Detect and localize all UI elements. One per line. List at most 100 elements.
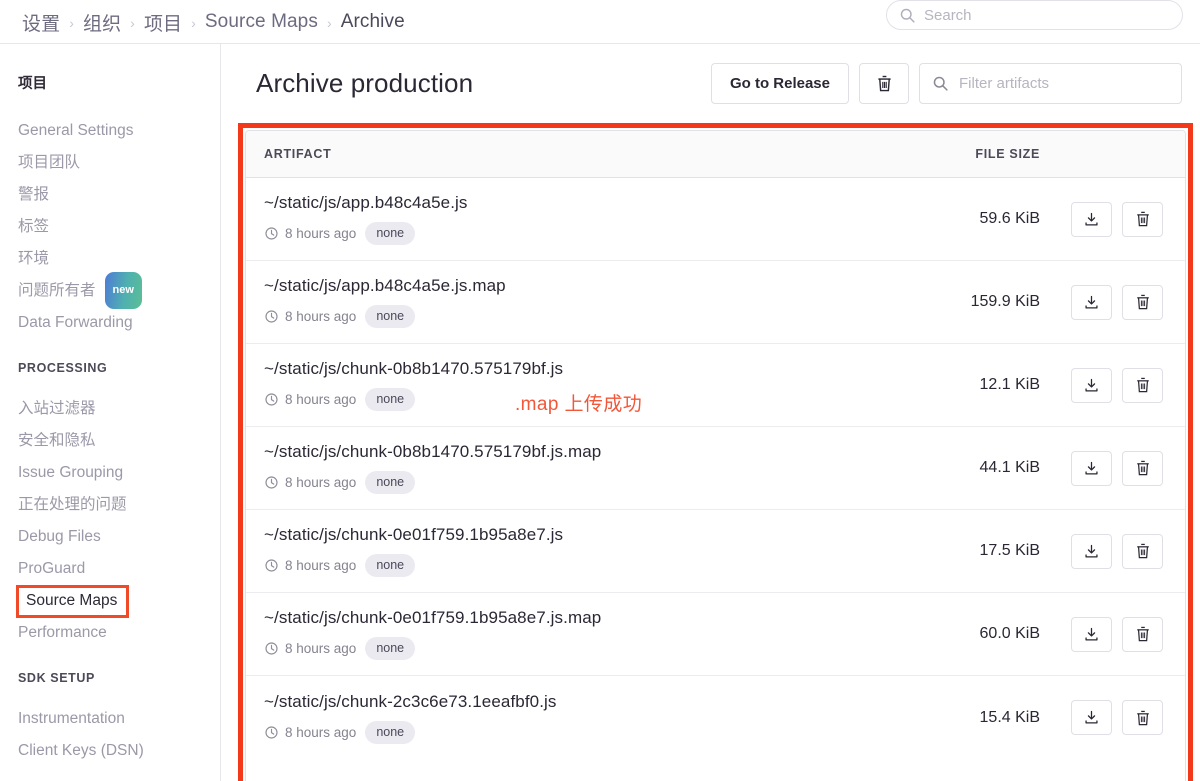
sidebar-item-label: Source Maps xyxy=(16,585,129,618)
artifact-name: ~/static/js/chunk-0b8b1470.575179bf.js xyxy=(264,359,933,379)
table-row: ~/static/js/chunk-2c3c6e73.1eeafbf0.js8 … xyxy=(246,676,1185,759)
table-header-row: ARTIFACT FILE SIZE xyxy=(246,131,1185,178)
artifact-meta: 8 hours ago none xyxy=(264,305,933,328)
delete-archive-button[interactable] xyxy=(859,63,909,104)
sidebar-item-item[interactable]: 警报 xyxy=(0,179,220,211)
table-row: ~/static/js/chunk-0b8b1470.575179bf.js.m… xyxy=(246,427,1185,510)
artifact-dist-chip: none xyxy=(365,637,415,660)
page-header: Archive production Go to Release xyxy=(222,44,1200,122)
download-artifact-button[interactable] xyxy=(1071,700,1112,735)
sidebar-item-performance[interactable]: Performance xyxy=(0,617,220,649)
artifact-cell: ~/static/js/app.b48c4a5e.js8 hours agono… xyxy=(264,193,933,245)
sidebar-item-issue-grouping[interactable]: Issue Grouping xyxy=(0,457,220,489)
table-row: ~/static/js/app.b48c4a5e.js8 hours agono… xyxy=(246,178,1185,261)
sidebar-item-proguard[interactable]: ProGuard xyxy=(0,553,220,585)
artifact-dist-chip: none xyxy=(365,222,415,245)
artifact-timestamp: 8 hours ago xyxy=(264,475,356,490)
delete-artifact-button[interactable] xyxy=(1122,534,1163,569)
download-artifact-button[interactable] xyxy=(1071,285,1112,320)
breadcrumb-separator: › xyxy=(327,15,332,31)
column-header-artifact: ARTIFACT xyxy=(264,147,933,161)
sidebar-item-item[interactable]: 安全和隐私 xyxy=(0,425,220,457)
delete-artifact-button[interactable] xyxy=(1122,700,1163,735)
artifact-name: ~/static/js/chunk-0e01f759.1b95a8e7.js xyxy=(264,525,933,545)
page-title: Archive production xyxy=(256,68,473,99)
breadcrumb-item-1[interactable]: 设置 xyxy=(22,9,60,36)
sidebar-item-label: 警报 xyxy=(18,179,49,211)
artifact-timestamp-label: 8 hours ago xyxy=(285,475,356,490)
sidebar-item-label: General Settings xyxy=(18,115,133,147)
filter-artifacts-placeholder: Filter artifacts xyxy=(959,75,1049,92)
artifact-dist-chip: none xyxy=(365,388,415,411)
sidebar-item-item[interactable]: 环境 xyxy=(0,243,220,275)
sidebar-item-item[interactable]: 项目团队 xyxy=(0,147,220,179)
artifact-file-size: 12.1 KiB xyxy=(933,376,1040,394)
sidebar-item-label: Debug Files xyxy=(18,521,101,553)
table-row: ~/static/js/chunk-0b8b1470.575179bf.js8 … xyxy=(246,344,1185,427)
sidebar-item-label: 项目团队 xyxy=(18,147,80,179)
annotation-note-text: .map 上传成功 xyxy=(515,389,642,416)
sidebar-item-client-keys-dsn[interactable]: Client Keys (DSN) xyxy=(0,735,220,767)
breadcrumb-separator: › xyxy=(191,15,196,31)
artifact-timestamp-label: 8 hours ago xyxy=(285,558,356,573)
breadcrumb: 设置›组织›项目›Source Maps›Archive xyxy=(22,0,405,44)
delete-artifact-button[interactable] xyxy=(1122,368,1163,403)
trash-icon xyxy=(1135,210,1151,228)
artifact-actions xyxy=(1040,617,1163,652)
artifact-actions xyxy=(1040,700,1163,735)
download-artifact-button[interactable] xyxy=(1071,202,1112,237)
sidebar-item-label: 环境 xyxy=(18,243,49,275)
download-icon xyxy=(1083,626,1100,643)
column-header-file-size: FILE SIZE xyxy=(933,147,1163,161)
download-artifact-button[interactable] xyxy=(1071,534,1112,569)
sidebar-item-label: Issue Grouping xyxy=(18,457,123,489)
artifact-timestamp: 8 hours ago xyxy=(264,558,356,573)
artifact-timestamp: 8 hours ago xyxy=(264,309,356,324)
delete-artifact-button[interactable] xyxy=(1122,202,1163,237)
artifact-actions xyxy=(1040,202,1163,237)
download-artifact-button[interactable] xyxy=(1071,368,1112,403)
breadcrumb-item-2[interactable]: 组织 xyxy=(83,9,121,36)
trash-icon xyxy=(1135,709,1151,727)
artifact-dist-chip: none xyxy=(365,305,415,328)
sidebar-item-source-maps[interactable]: Source Maps xyxy=(16,585,220,617)
sidebar-item-label: 问题所有者 xyxy=(18,275,96,307)
sidebar-item-label: 标签 xyxy=(18,211,49,243)
breadcrumb-item-4[interactable]: Source Maps xyxy=(205,11,318,33)
artifact-timestamp: 8 hours ago xyxy=(264,725,356,740)
filter-artifacts-input[interactable]: Filter artifacts xyxy=(919,63,1182,104)
sidebar-item-item[interactable]: 正在处理的问题 xyxy=(0,489,220,521)
sidebar-item-item[interactable]: 入站过滤器 xyxy=(0,393,220,425)
download-artifact-button[interactable] xyxy=(1071,617,1112,652)
sidebar-section-sdk-setup: SDK SETUP xyxy=(0,671,220,685)
download-artifact-button[interactable] xyxy=(1071,451,1112,486)
sidebar-item-item[interactable]: 标签 xyxy=(0,211,220,243)
global-search-input[interactable]: Search xyxy=(886,0,1183,30)
breadcrumb-separator: › xyxy=(130,15,135,31)
breadcrumb-separator: › xyxy=(69,15,74,31)
artifact-meta: 8 hours ago none xyxy=(264,637,933,660)
go-to-release-button[interactable]: Go to Release xyxy=(711,63,849,104)
breadcrumb-item-3[interactable]: 项目 xyxy=(144,9,182,36)
artifact-name: ~/static/js/chunk-0b8b1470.575179bf.js.m… xyxy=(264,442,933,462)
sidebar-item-general-settings[interactable]: General Settings xyxy=(0,115,220,147)
clock-icon xyxy=(264,641,279,656)
delete-artifact-button[interactable] xyxy=(1122,617,1163,652)
artifact-cell: ~/static/js/chunk-0b8b1470.575179bf.js.m… xyxy=(264,442,933,494)
sidebar-item-debug-files[interactable]: Debug Files xyxy=(0,521,220,553)
delete-artifact-button[interactable] xyxy=(1122,285,1163,320)
trash-icon xyxy=(1135,625,1151,643)
sidebar-item-data-forwarding[interactable]: Data Forwarding xyxy=(0,307,220,339)
trash-icon xyxy=(1135,542,1151,560)
sidebar-item-label: 入站过滤器 xyxy=(18,393,96,425)
trash-icon xyxy=(876,74,893,93)
sidebar-item-instrumentation[interactable]: Instrumentation xyxy=(0,703,220,735)
artifact-timestamp-label: 8 hours ago xyxy=(285,725,356,740)
sidebar-item-label: 安全和隐私 xyxy=(18,425,96,457)
search-icon xyxy=(932,75,949,92)
sidebar-item-item[interactable]: 问题所有者new xyxy=(0,275,220,307)
artifact-meta: 8 hours agonone xyxy=(264,222,933,245)
artifact-timestamp-label: 8 hours ago xyxy=(285,641,356,656)
delete-artifact-button[interactable] xyxy=(1122,451,1163,486)
trash-icon xyxy=(1135,376,1151,394)
